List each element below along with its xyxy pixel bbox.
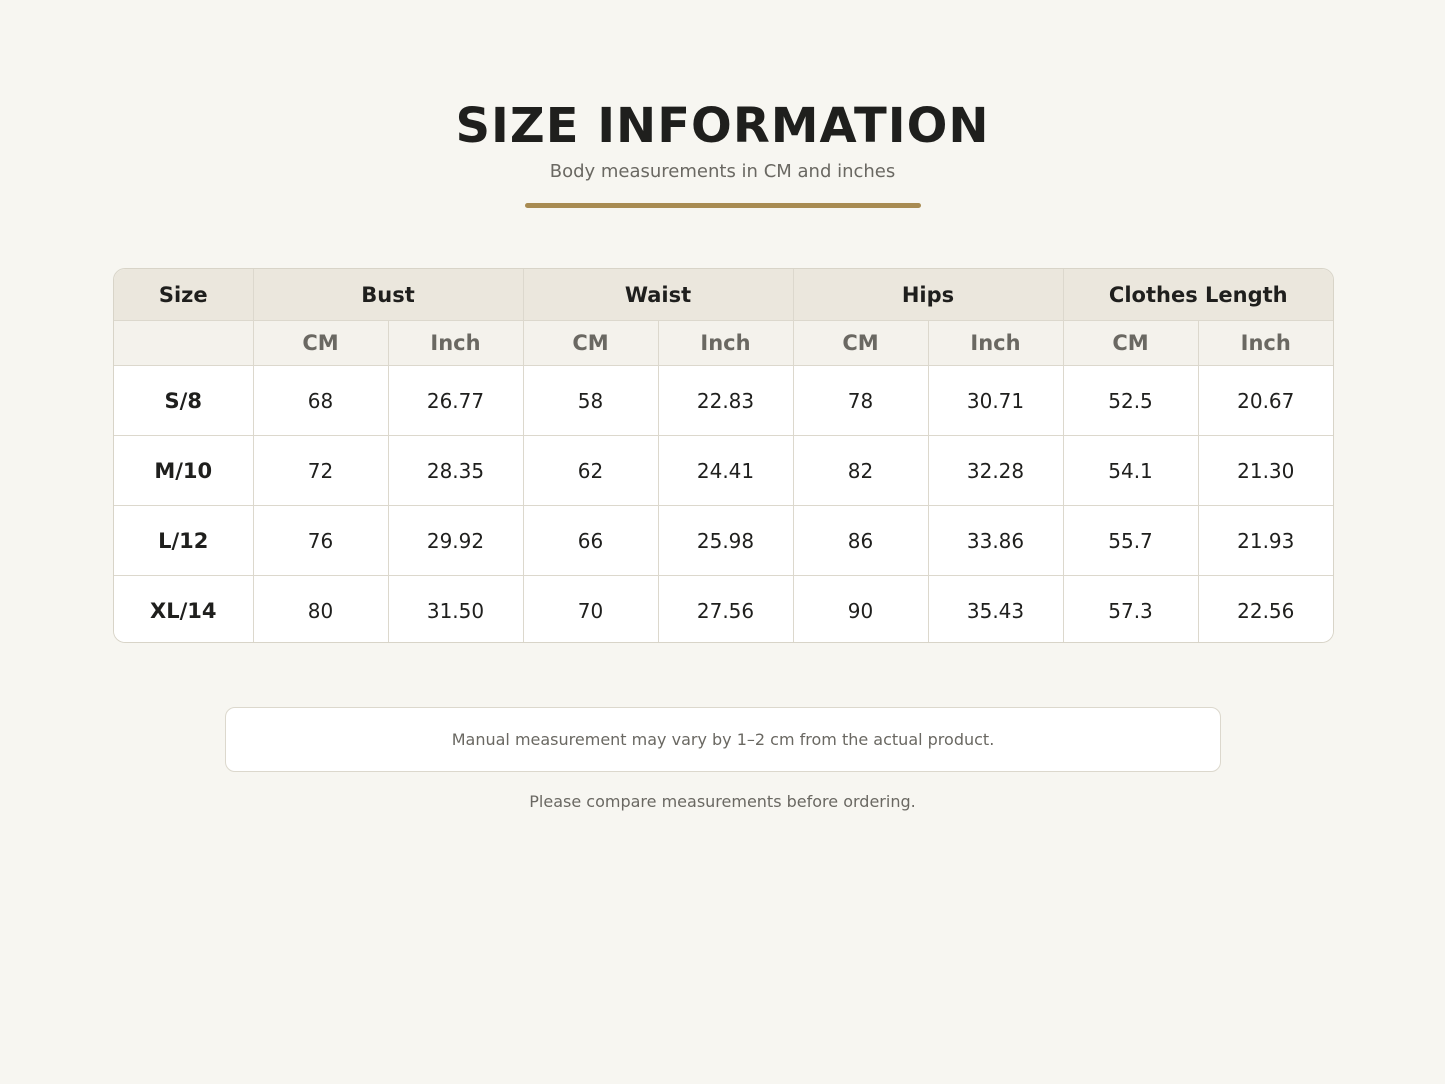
size-label: XL/14: [114, 575, 254, 642]
disclaimer-text: Manual measurement may vary by 1–2 cm fr…: [451, 730, 995, 749]
table-cell: 20.67: [1198, 365, 1333, 436]
table-cell: 86: [793, 505, 929, 576]
table-cell: 57.3: [1063, 575, 1199, 642]
table-cell: 25.98: [658, 505, 794, 576]
footer-note: Please compare measurements before order…: [529, 792, 916, 811]
unit-header: Inch: [388, 320, 524, 366]
table-row: S/8 68 26.77 58 22.83 78 30.71 52.5 20.6…: [114, 365, 1333, 436]
table-cell: 31.50: [388, 575, 524, 642]
table-cell: 72: [253, 435, 389, 506]
table-cell: 66: [523, 505, 659, 576]
size-label: L/12: [114, 505, 254, 576]
table-cell: 30.71: [928, 365, 1064, 436]
unit-header: Inch: [658, 320, 794, 366]
table-cell: 21.93: [1198, 505, 1333, 576]
table-cell: 26.77: [388, 365, 524, 436]
table-row: L/12 76 29.92 66 25.98 86 33.86 55.7 21.…: [114, 505, 1333, 576]
size-label: M/10: [114, 435, 254, 506]
size-label: S/8: [114, 365, 254, 436]
size-table-card: Size Bust Waist Hips Clothes Length CM I…: [113, 268, 1334, 643]
table-cell: 24.41: [658, 435, 794, 506]
group-header-bust: Bust: [253, 269, 524, 321]
table-row: M/10 72 28.35 62 24.41 82 32.28 54.1 21.…: [114, 435, 1333, 506]
group-header-clothes-length: Clothes Length: [1063, 269, 1333, 321]
table-cell: 78: [793, 365, 929, 436]
table-cell: 21.30: [1198, 435, 1333, 506]
unit-header: CM: [253, 320, 389, 366]
unit-header: CM: [523, 320, 659, 366]
table-cell: 22.83: [658, 365, 794, 436]
table-cell: 29.92: [388, 505, 524, 576]
table-cell: 27.56: [658, 575, 794, 642]
table-cell: 35.43: [928, 575, 1064, 642]
table-cell: 28.35: [388, 435, 524, 506]
size-column-header: Size: [114, 269, 254, 321]
table-cell: 82: [793, 435, 929, 506]
table-cell: 32.28: [928, 435, 1064, 506]
group-header-hips: Hips: [793, 269, 1064, 321]
unit-header: Inch: [1198, 320, 1333, 366]
table-cell: 33.86: [928, 505, 1064, 576]
page-title: SIZE INFORMATION: [455, 98, 990, 154]
table-cell: 58: [523, 365, 659, 436]
group-header-waist: Waist: [523, 269, 794, 321]
table-row: XL/14 80 31.50 70 27.56 90 35.43 57.3 22…: [114, 575, 1333, 642]
title-underline: [525, 203, 921, 208]
unit-header: CM: [793, 320, 929, 366]
table-cell: 52.5: [1063, 365, 1199, 436]
table-cell: 76: [253, 505, 389, 576]
table-cell: 22.56: [1198, 575, 1333, 642]
table-cell: 54.1: [1063, 435, 1199, 506]
size-table: Size Bust Waist Hips Clothes Length CM I…: [114, 269, 1333, 642]
table-cell: 68: [253, 365, 389, 436]
unit-header: CM: [1063, 320, 1199, 366]
page-subtitle: Body measurements in CM and inches: [549, 161, 896, 182]
units-empty-cell: [114, 320, 254, 366]
table-cell: 90: [793, 575, 929, 642]
table-header-row: Size Bust Waist Hips Clothes Length: [114, 269, 1333, 321]
table-units-row: CM Inch CM Inch CM Inch CM Inch: [114, 320, 1333, 366]
table-cell: 55.7: [1063, 505, 1199, 576]
table-cell: 70: [523, 575, 659, 642]
table-cell: 62: [523, 435, 659, 506]
unit-header: Inch: [928, 320, 1064, 366]
disclaimer-box: Manual measurement may vary by 1–2 cm fr…: [225, 707, 1221, 772]
table-cell: 80: [253, 575, 389, 642]
